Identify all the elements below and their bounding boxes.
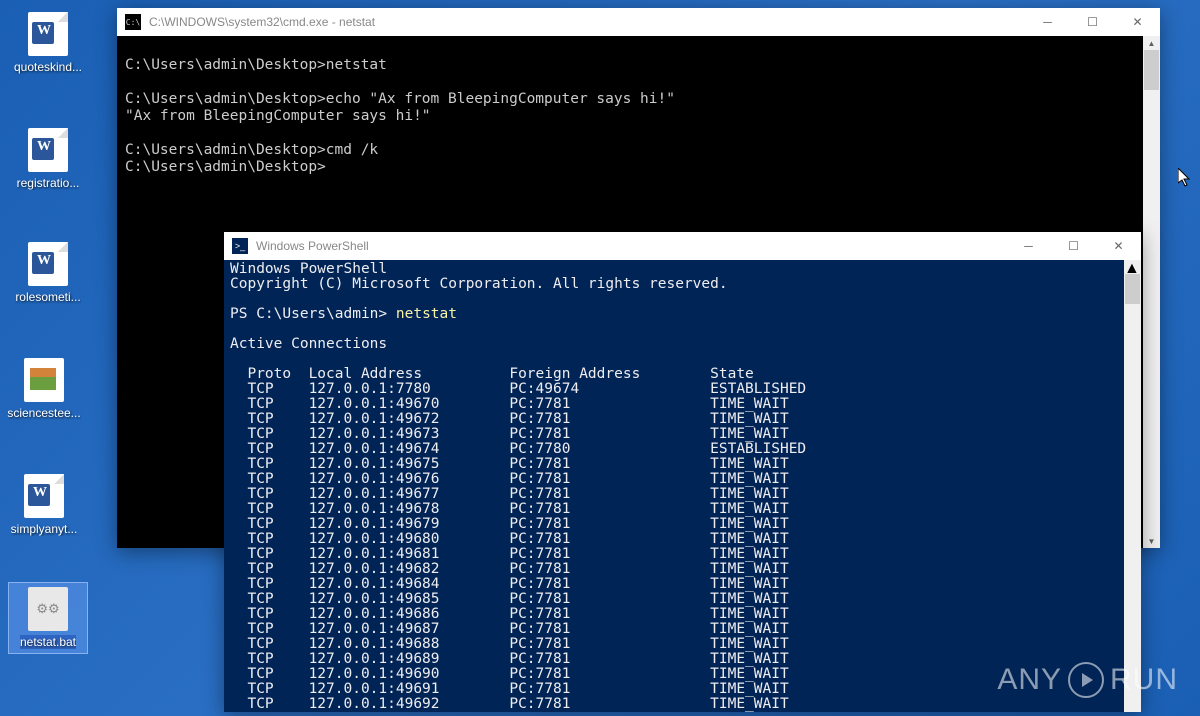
desktop-icon-quoteskind[interactable]: quoteskind...: [8, 8, 88, 78]
icon-label: quoteskind...: [14, 60, 82, 74]
word-file-icon: [28, 128, 68, 172]
scroll-down-icon[interactable]: ▼: [1143, 534, 1160, 548]
bat-file-icon: [28, 587, 68, 631]
other-file-icon: [24, 358, 64, 402]
maximize-button[interactable]: ☐: [1070, 8, 1115, 36]
desktop-icon-rolesometi[interactable]: rolesometi...: [8, 238, 88, 308]
scroll-thumb[interactable]: [1125, 274, 1140, 304]
ps-window-controls: ─ ☐ ✕: [1006, 232, 1141, 260]
icon-label: sciencestee...: [7, 406, 80, 420]
ps-title: Windows PowerShell: [256, 239, 1006, 253]
icon-label: simplyanyt...: [11, 522, 78, 536]
cmd-scrollbar[interactable]: ▲ ▼: [1143, 36, 1160, 548]
powershell-window[interactable]: >_ Windows PowerShell ─ ☐ ✕ Windows Powe…: [224, 232, 1141, 712]
watermark-pre: ANY: [997, 663, 1062, 697]
cmd-titlebar[interactable]: C:\ C:\WINDOWS\system32\cmd.exe - netsta…: [117, 8, 1160, 36]
cmd-icon: C:\: [125, 14, 141, 30]
minimize-button[interactable]: ─: [1025, 8, 1070, 36]
play-icon: [1068, 662, 1104, 698]
scroll-thumb[interactable]: [1144, 50, 1159, 90]
close-button[interactable]: ✕: [1096, 232, 1141, 260]
cmd-window-controls: ─ ☐ ✕: [1025, 8, 1160, 36]
cmd-title: C:\WINDOWS\system32\cmd.exe - netstat: [149, 15, 1025, 29]
desktop-icon-netstatbat[interactable]: netstat.bat: [8, 582, 88, 654]
icon-label: registratio...: [17, 176, 80, 190]
close-button[interactable]: ✕: [1115, 8, 1160, 36]
powershell-icon: >_: [232, 238, 248, 254]
word-file-icon: [28, 242, 68, 286]
word-file-icon: [28, 12, 68, 56]
icon-label: rolesometi...: [15, 290, 80, 304]
ps-titlebar[interactable]: >_ Windows PowerShell ─ ☐ ✕: [224, 232, 1141, 260]
ps-scrollbar[interactable]: ▲ ▼: [1124, 260, 1141, 712]
desktop-icon-simplyanyt[interactable]: simplyanyt...: [4, 470, 84, 540]
icon-label: netstat.bat: [20, 635, 76, 649]
watermark-post: RUN: [1110, 663, 1178, 697]
minimize-button[interactable]: ─: [1006, 232, 1051, 260]
desktop-icon-sciencestee[interactable]: sciencestee...: [4, 354, 84, 424]
anyrun-watermark: ANY RUN: [997, 662, 1178, 698]
word-file-icon: [24, 474, 64, 518]
desktop-icon-registratio[interactable]: registratio...: [8, 124, 88, 194]
scroll-up-icon[interactable]: ▲: [1143, 36, 1160, 50]
maximize-button[interactable]: ☐: [1051, 232, 1096, 260]
ps-output[interactable]: Windows PowerShell Copyright (C) Microso…: [224, 260, 1124, 712]
